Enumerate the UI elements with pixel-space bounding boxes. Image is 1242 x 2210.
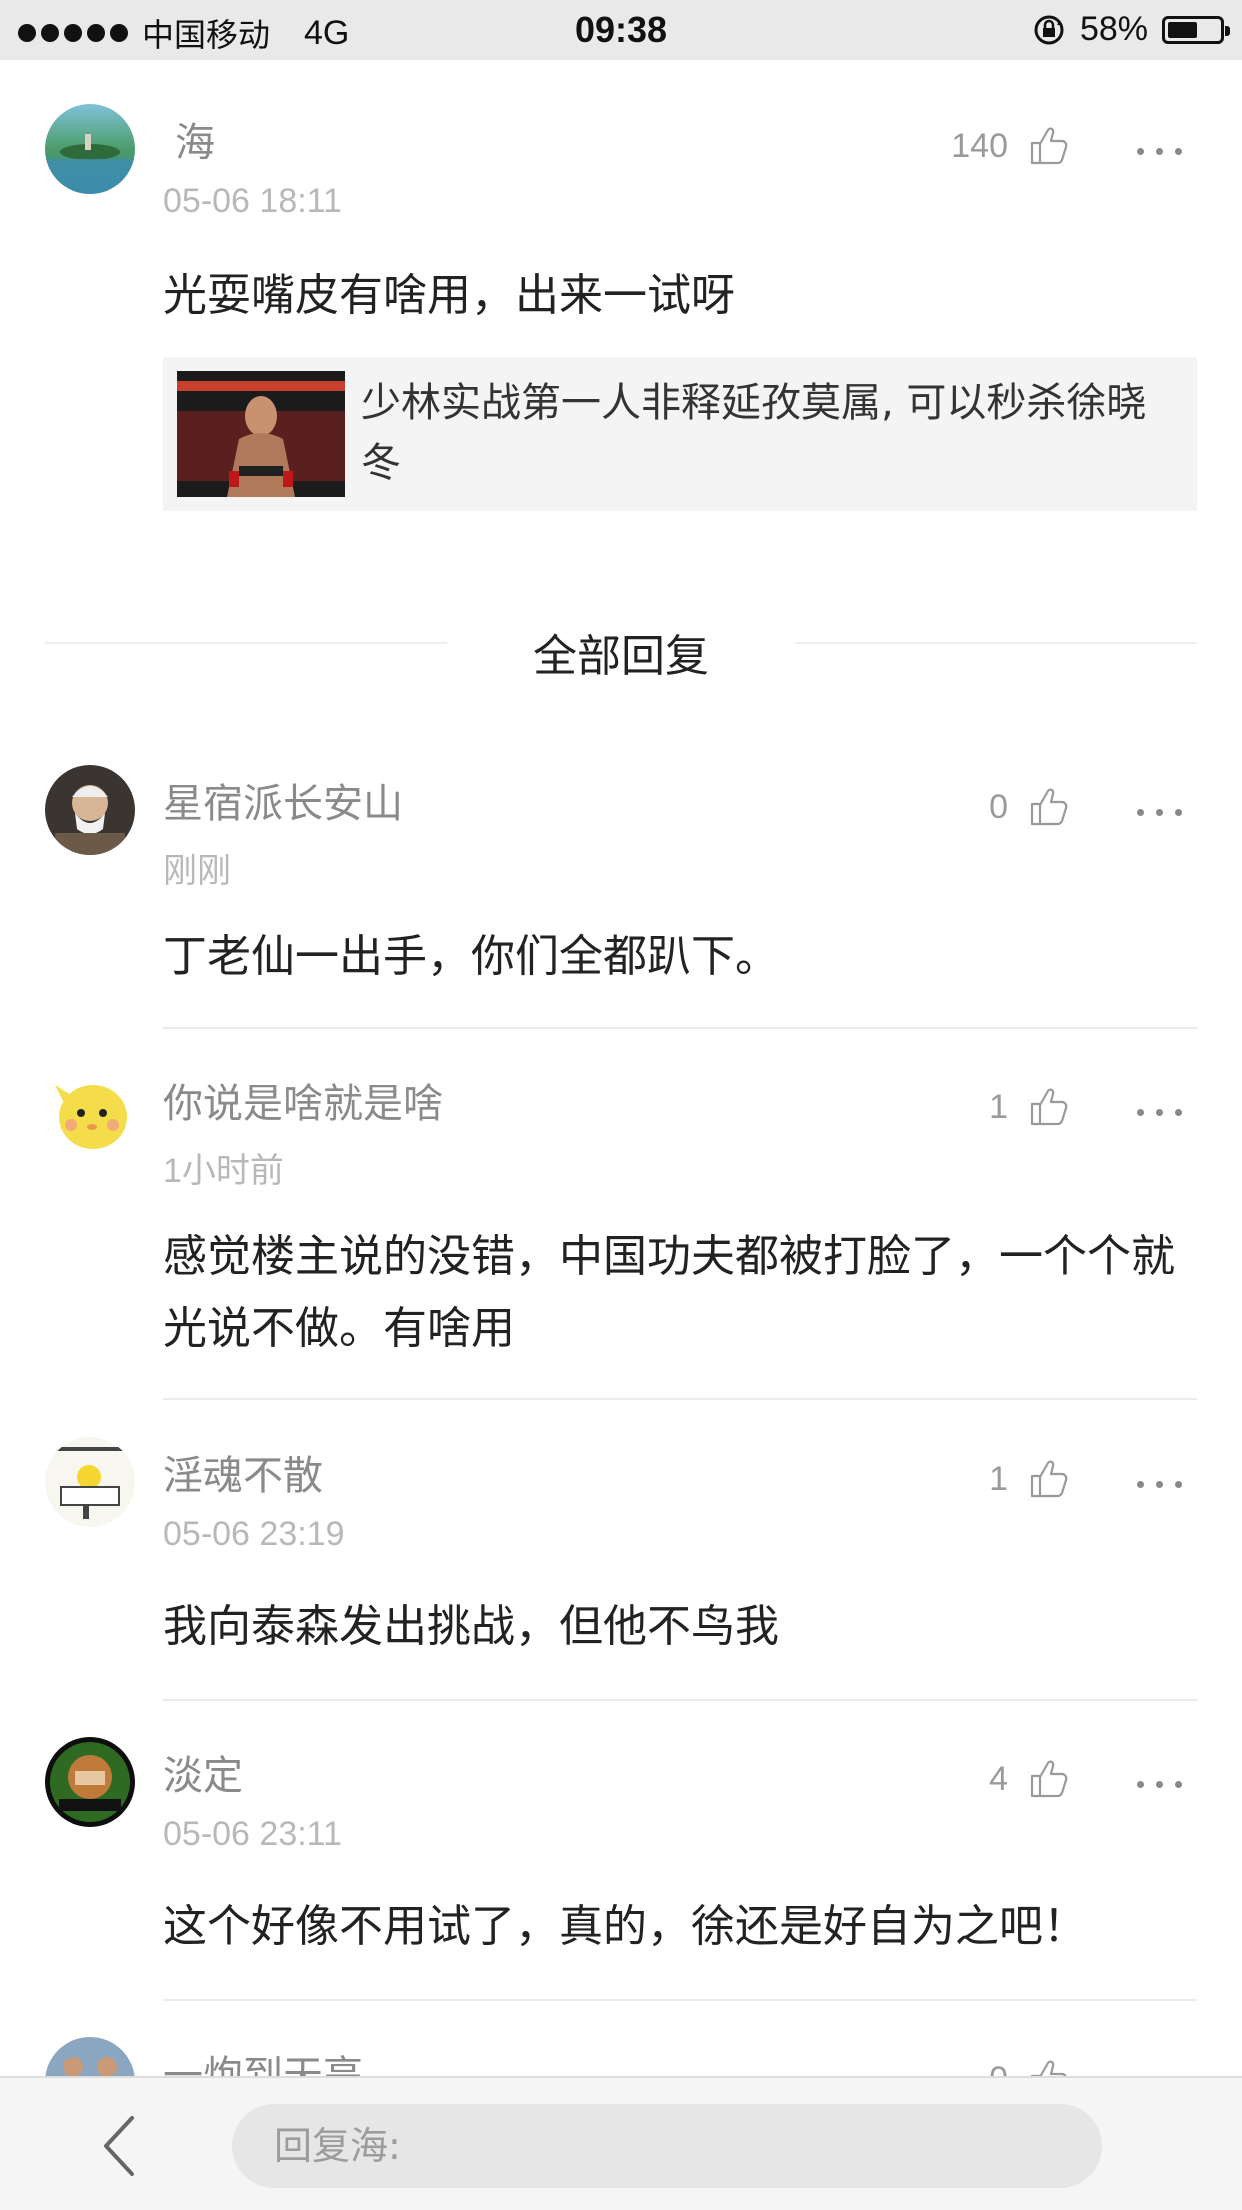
row-divider [163, 1398, 1197, 1400]
comment-time: 刚刚 [163, 852, 231, 890]
like-count: 0 [989, 787, 1008, 826]
comment-time: 05-06 23:19 [163, 1515, 345, 1553]
more-options-icon[interactable] [1137, 809, 1182, 816]
commenter-name[interactable]: 海 [175, 110, 215, 168]
avatar[interactable] [45, 104, 135, 194]
thumbs-up-icon [1030, 1088, 1068, 1126]
rotation-lock-icon [1034, 15, 1064, 44]
comment-body: 我向泰森发出挑战，但他不鸟我 [163, 1601, 779, 1652]
more-options-icon[interactable] [1137, 1781, 1182, 1788]
like-button[interactable]: 4 [989, 1757, 1072, 1801]
comment-body: 这个好像不用试了，真的，徐还是好自为之吧！ [163, 1901, 1087, 1952]
section-title: 全部回复 [533, 631, 709, 682]
like-count: 1 [989, 1459, 1008, 1498]
more-options-icon[interactable] [1137, 1481, 1182, 1488]
thumbs-up-icon [1030, 788, 1068, 826]
all-replies-header: 全部回复 [0, 620, 1242, 682]
like-button[interactable]: 140 [951, 124, 1072, 168]
more-options-icon[interactable] [1137, 148, 1182, 155]
commenter-name[interactable]: 淡定 [163, 1743, 243, 1801]
like-count: 140 [951, 126, 1008, 165]
reply-bar: 回复海: [0, 2076, 1242, 2210]
comment-time: 05-06 18:11 [163, 182, 342, 220]
like-button[interactable]: 1 [989, 1085, 1072, 1129]
commenter-name[interactable]: 星宿派长安山 [163, 771, 403, 829]
lake-avatar-image [45, 104, 135, 194]
comment-time: 1小时前 [163, 1152, 284, 1190]
quoted-article-card[interactable]: 少林实战第一人非释延孜莫属, 可以秒杀徐晓冬 [163, 357, 1197, 511]
avatar[interactable] [45, 1065, 135, 1155]
thumbs-up-icon [1030, 1760, 1068, 1798]
like-count: 1 [989, 1087, 1008, 1126]
battery-icon [1162, 15, 1230, 44]
comment-body: 感觉楼主说的没错，中国功夫都被打脸了，一个个就光说不做。有啥用 [163, 1231, 1175, 1354]
like-count: 4 [989, 1759, 1008, 1798]
status-bar: 中国移动 4G 09:38 58% [0, 0, 1242, 60]
reply-input[interactable]: 回复海: [232, 2104, 1102, 2188]
comment-body: 丁老仙一出手，你们全都趴下。 [163, 931, 779, 982]
battery-fill [1168, 21, 1197, 38]
battery-percent: 58% [1079, 10, 1148, 48]
like-button[interactable]: 0 [989, 785, 1072, 829]
like-button[interactable]: 1 [989, 1457, 1072, 1501]
comment-body: 光耍嘴皮有啥用，出来一试呀 [163, 270, 735, 321]
more-options-icon[interactable] [1137, 1109, 1182, 1116]
commenter-name[interactable]: 你说是啥就是啥 [163, 1071, 443, 1129]
avatar[interactable] [45, 1437, 135, 1527]
row-divider [163, 1999, 1197, 2001]
avatar[interactable] [45, 1737, 135, 1827]
commenter-name[interactable]: 淫魂不散 [163, 1443, 323, 1501]
thumbs-up-icon [1030, 1460, 1068, 1498]
quoted-article-title: 少林实战第一人非释延孜莫属, 可以秒杀徐晓冬 [361, 380, 1147, 486]
thumbs-up-icon [1030, 127, 1068, 165]
divider-right [795, 642, 1197, 644]
back-chevron-icon[interactable] [100, 2114, 140, 2178]
article-thumbnail [177, 371, 345, 497]
comment-time: 05-06 23:11 [163, 1815, 342, 1853]
avatar[interactable] [45, 765, 135, 855]
row-divider [163, 1027, 1197, 1029]
status-right: 58% [1032, 10, 1230, 49]
row-divider [163, 1699, 1197, 1701]
